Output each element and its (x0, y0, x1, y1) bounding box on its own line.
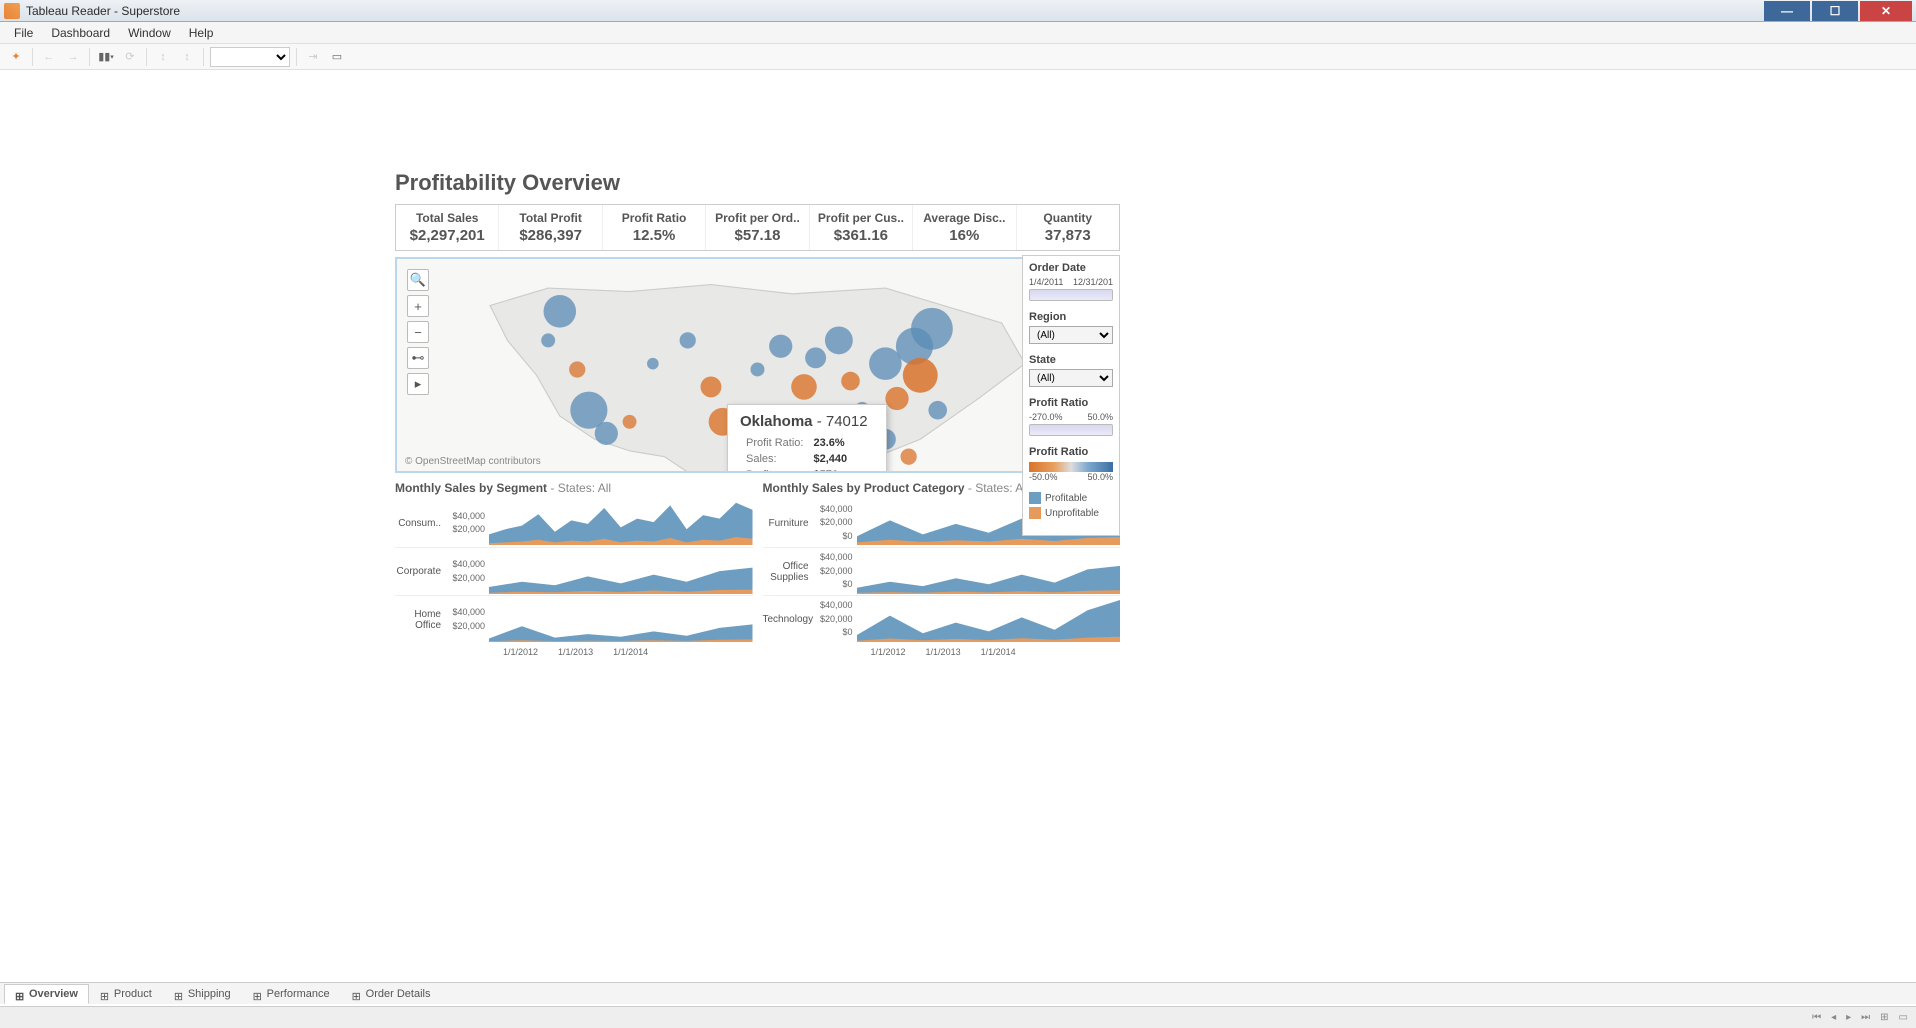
filter-region-label: Region (1029, 311, 1113, 323)
legend-profit-ratio-label: Profit Ratio (1029, 446, 1113, 458)
nav-next-icon[interactable]: ▸ (1846, 1012, 1851, 1023)
pause-button[interactable]: ▮▮▾ (96, 47, 116, 67)
menu-help[interactable]: Help (181, 24, 222, 42)
filter-region-select[interactable]: (All) (1029, 326, 1113, 344)
kpi-average-discount[interactable]: Average Disc.. 16% (913, 205, 1016, 250)
highlight-select[interactable] (210, 47, 290, 67)
tooltip-state: Oklahoma (740, 413, 813, 430)
map-zoom-in-button[interactable]: + (407, 295, 429, 317)
tab-performance[interactable]: ⊞Performance (242, 984, 341, 1004)
row-label: Home Office (395, 609, 445, 631)
filter-order-date-slider[interactable] (1029, 289, 1113, 301)
mini-chart[interactable] (857, 550, 1121, 594)
chart-row: Technology$40,000$20,000$0 (763, 595, 1121, 643)
filmstrip-icon[interactable]: ▭ (1899, 1012, 1908, 1023)
redo-button[interactable]: → (63, 47, 83, 67)
legend-color-unprofitable (1029, 507, 1041, 519)
filter-sidebar: Order Date 1/4/2011 12/31/201 Region (Al… (1022, 255, 1120, 536)
dashboard: Profitability Overview Total Sales $2,29… (395, 170, 1120, 657)
row-label: Technology (763, 614, 813, 625)
row-label: Office Supplies (763, 561, 813, 583)
window-titlebar: Tableau Reader - Superstore — ☐ ✕ (0, 0, 1916, 22)
x-axis: 1/1/2012 1/1/2013 1/1/2014 (763, 647, 1121, 657)
mini-chart[interactable] (489, 501, 753, 545)
dashboard-icon: ⊞ (15, 990, 25, 998)
window-close-button[interactable]: ✕ (1860, 1, 1912, 21)
tableau-logo-icon[interactable]: ✦ (6, 47, 26, 67)
chart-sales-by-segment[interactable]: Monthly Sales by Segment - States: All C… (395, 481, 753, 657)
tab-product[interactable]: ⊞Product (89, 984, 163, 1004)
menu-window[interactable]: Window (120, 24, 179, 42)
chart-row: Home Office$40,000$20,000 (395, 595, 753, 643)
filter-state-select[interactable]: (All) (1029, 369, 1113, 387)
map-attribution: © OpenStreetMap contributors (405, 456, 541, 467)
chart-row: Office Supplies$40,000$20,000$0 (763, 547, 1121, 595)
mini-chart[interactable] (857, 598, 1121, 642)
kpi-row: Total Sales $2,297,201 Total Profit $286… (395, 204, 1120, 251)
filter-profit-ratio-label: Profit Ratio (1029, 397, 1113, 409)
nav-prev-icon[interactable]: ◂ (1831, 1012, 1836, 1023)
x-axis: 1/1/2012 1/1/2013 1/1/2014 (395, 647, 753, 657)
kpi-value: $2,297,201 (400, 227, 494, 244)
kpi-label: Total Sales (400, 211, 494, 225)
filter-profit-ratio-slider[interactable] (1029, 424, 1113, 436)
map-pin-button[interactable]: ⊷ (407, 347, 429, 369)
window-title: Tableau Reader - Superstore (26, 4, 180, 18)
statusbar: ⏮ ◂ ▸ ⏭ ⊞ ▭ (0, 1006, 1916, 1028)
map-tooltip: Oklahoma - 74012 Profit Ratio:23.6% Sale… (727, 404, 887, 473)
chart-row: Corporate$40,000$20,000 (395, 547, 753, 595)
legend-profitability: Profitable Unprofitable (1029, 492, 1113, 519)
map-view[interactable]: 🔍 + − ⊷ ▸ (395, 257, 1120, 473)
app-icon (4, 3, 20, 19)
chart-title: Monthly Sales by Segment - States: All (395, 481, 753, 495)
row-label: Furniture (763, 518, 813, 529)
tab-overview[interactable]: ⊞Overview (4, 984, 89, 1004)
sort-desc-button[interactable]: ↕ (177, 47, 197, 67)
chart-row: Consum..$40,000$20,000 (395, 499, 753, 547)
map-zoom-out-button[interactable]: − (407, 321, 429, 343)
refresh-button[interactable]: ⟳ (120, 47, 140, 67)
kpi-profit-per-customer[interactable]: Profit per Cus.. $361.16 (810, 205, 913, 250)
sheet-tabs: ⊞Overview ⊞Product ⊞Shipping ⊞Performanc… (0, 982, 1916, 1004)
map-search-button[interactable]: 🔍 (407, 269, 429, 291)
window-maximize-button[interactable]: ☐ (1812, 1, 1858, 21)
dashboard-title: Profitability Overview (395, 170, 1120, 196)
kpi-quantity[interactable]: Quantity 37,873 (1017, 205, 1119, 250)
presentation-button[interactable]: ▭ (327, 47, 347, 67)
filter-order-date-label: Order Date (1029, 262, 1113, 274)
grid-view-icon[interactable]: ⊞ (1880, 1012, 1888, 1023)
menu-dashboard[interactable]: Dashboard (43, 24, 118, 42)
mini-chart[interactable] (489, 598, 753, 642)
row-label: Corporate (395, 566, 445, 577)
row-label: Consum.. (395, 518, 445, 529)
kpi-profit-per-order[interactable]: Profit per Ord.. $57.18 (706, 205, 809, 250)
charts-row: Monthly Sales by Segment - States: All C… (395, 481, 1120, 657)
kpi-total-profit[interactable]: Total Profit $286,397 (499, 205, 602, 250)
mini-chart[interactable] (489, 550, 753, 594)
kpi-profit-ratio[interactable]: Profit Ratio 12.5% (603, 205, 706, 250)
nav-first-icon[interactable]: ⏮ (1812, 1012, 1821, 1023)
tab-shipping[interactable]: ⊞Shipping (163, 984, 242, 1004)
legend-gradient (1029, 462, 1113, 472)
pin-button[interactable]: ⇥ (303, 47, 323, 67)
toolbar: ✦ ← → ▮▮▾ ⟳ ↕ ↕ ⇥ ▭ (0, 44, 1916, 70)
nav-last-icon[interactable]: ⏭ (1861, 1012, 1870, 1023)
legend-color-profitable (1029, 492, 1041, 504)
tab-order-details[interactable]: ⊞Order Details (341, 984, 442, 1004)
filter-state-label: State (1029, 354, 1113, 366)
map-play-button[interactable]: ▸ (407, 373, 429, 395)
menu-file[interactable]: File (6, 24, 41, 42)
sort-asc-button[interactable]: ↕ (153, 47, 173, 67)
menubar: File Dashboard Window Help (0, 22, 1916, 44)
kpi-total-sales[interactable]: Total Sales $2,297,201 (396, 205, 499, 250)
undo-button[interactable]: ← (39, 47, 59, 67)
tooltip-zip: 74012 (826, 413, 868, 430)
window-minimize-button[interactable]: — (1764, 1, 1810, 21)
